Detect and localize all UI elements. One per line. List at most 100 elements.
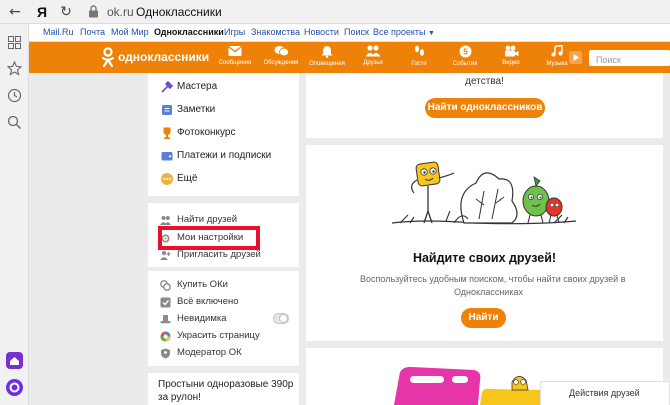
caret-down-icon: ▼ [428,30,435,37]
search-icon[interactable] [7,115,22,130]
portal-link-myworld[interactable]: Мой Мир [111,27,149,37]
sidebar-item-moderator[interactable]: Модератор ОК [148,342,290,364]
find-friends-title: Найдите своих друзей! [412,251,557,265]
music-play-icon [551,45,563,57]
nav-discussions-label: Обсуждения [263,60,299,66]
sidebar-item-label: Мастера [177,81,218,92]
lock-icon [89,5,98,18]
sidebar-item-label: Платежи и подписки [177,150,272,161]
nav-events-label: События [452,61,478,67]
all-projects-label: Все проекты [373,27,426,37]
history-clock-icon[interactable] [7,88,22,103]
moderator-icon [161,348,170,359]
portal-link-dating[interactable]: Знакомства [251,27,300,37]
browser-sidebar [0,24,29,405]
events-icon: 5 [459,45,471,58]
sidebar-item-more[interactable]: Ещё [148,168,290,190]
promo-text: Простыни одноразовые 390р за рулон! [158,379,294,403]
sidebar-item-label: Заметки [177,104,216,115]
yandex-browser-icon[interactable]: Я [34,4,50,20]
tabs-grid-icon[interactable] [8,36,21,49]
find-classmates-button[interactable]: Найти одноклассников [425,98,545,118]
coins-icon [160,280,171,291]
ok-header: одноклассники Сообщения Обсуждения Опове… [29,42,670,73]
browser-toolbar: ← Я ↻ ok.ru Одноклассники [0,0,670,24]
envelope-icon [228,45,242,56]
find-friends-illustration [391,161,577,225]
footprints-icon [414,45,424,56]
find-friends-card: Найдите своих друзей! Воспользуйтесь удо… [306,145,663,341]
invisible-hat-icon [160,315,171,324]
highlight-annotation-box [158,226,260,250]
nav-notifications-label: Оповещения [309,61,345,67]
portal-link-ok[interactable]: Одноклассники [154,27,224,37]
sidebar-services-card: Купить ОКи Всё включено Невидимка Украси… [148,271,299,366]
nav-friends-label: Друзья [363,60,383,66]
friends-activity-tab[interactable]: Действия друзей [540,381,670,405]
portal-links-bar: Mail.Ru Почта Мой Мир Одноклассники Игры… [29,24,670,42]
craft-icon [161,80,174,93]
notes-icon [162,105,172,115]
bell-icon [321,46,333,58]
portal-link-search[interactable]: Поиск [344,27,369,37]
music-player-play-icon[interactable] [569,51,582,64]
video-camera-icon [504,45,518,57]
chat-bubbles-icon [274,46,289,57]
sidebar-item-label: Невидимка [177,313,227,324]
sidebar-item-notes[interactable]: Заметки [148,99,290,121]
find-classmates-card: детства! Найти одноклассников [306,73,663,138]
sidebar-item-label: Пригласить друзей [177,249,261,260]
sidebar-item-label: Модератор ОК [177,347,242,358]
sidebar-item-label: Найти друзей [177,214,238,225]
nav-messages-label: Сообщения [218,60,252,66]
find-classmates-text: детства! [465,76,504,87]
star-bookmark-icon[interactable] [7,61,22,76]
portal-link-all-projects[interactable]: Все проекты ▼ [373,27,435,37]
nav-guests-label: Гости [411,61,427,67]
sidebar-promo-card[interactable]: Простыни одноразовые 390р за рулон! [148,373,299,405]
reload-icon[interactable]: ↻ [58,4,74,20]
friends-icon [365,45,381,57]
alice-assistant-icon[interactable] [6,379,23,396]
sidebar-menu-card: Мастера Заметки Фотоконкурс Платежи и по… [148,73,299,196]
wallet-icon [161,152,173,161]
sidebar-item-label: Купить ОКи [177,279,228,290]
more-icon [161,173,173,185]
invite-icon [160,251,171,260]
nav-guests[interactable]: Гости [396,45,442,73]
promo-illustration [394,366,544,405]
find-button[interactable]: Найти [461,308,506,328]
portal-link-mail[interactable]: Почта [80,27,105,37]
sidebar-item-payments[interactable]: Платежи и подписки [148,145,290,167]
sidebar-item-masters[interactable]: Мастера [148,76,290,98]
search-input[interactable] [589,52,670,68]
ok-logo-text[interactable]: одноклассники [118,50,209,64]
portal-link-games[interactable]: Игры [224,27,245,37]
home-app-icon[interactable] [6,352,23,369]
nav-notifications[interactable]: Оповещения [304,45,350,73]
sidebar-item-photocontest[interactable]: Фотоконкурс [148,122,290,144]
nav-friends[interactable]: Друзья [350,45,396,73]
all-inclusive-icon [160,297,171,308]
ok-logo-icon[interactable] [101,47,115,68]
sidebar-item-label: Украсить страницу [177,330,260,341]
nav-discussions[interactable]: Обсуждения [258,45,304,73]
nav-messages[interactable]: Сообщения [212,45,258,73]
svg-text:5: 5 [463,47,468,56]
find-friends-desc-line2: Одноклассниках [454,287,523,297]
portal-link-mailru[interactable]: Mail.Ru [43,27,74,37]
search-box[interactable] [589,50,670,68]
decorate-icon [160,331,171,342]
portal-link-news[interactable]: Новости [304,27,339,37]
nav-video[interactable]: Видео [488,45,534,73]
nav-video-label: Видео [502,60,520,66]
trophy-icon [163,127,171,139]
sidebar-item-label: Ещё [177,173,198,184]
invisible-toggle[interactable] [273,313,289,324]
sidebar-item-label: Фотоконкурс [177,127,236,138]
page-title: Одноклассники [136,5,222,19]
url-domain[interactable]: ok.ru [107,5,134,19]
find-friends-icon [160,216,171,225]
nav-events[interactable]: 5 События [442,45,488,73]
back-arrow-icon[interactable]: ← [7,4,23,20]
